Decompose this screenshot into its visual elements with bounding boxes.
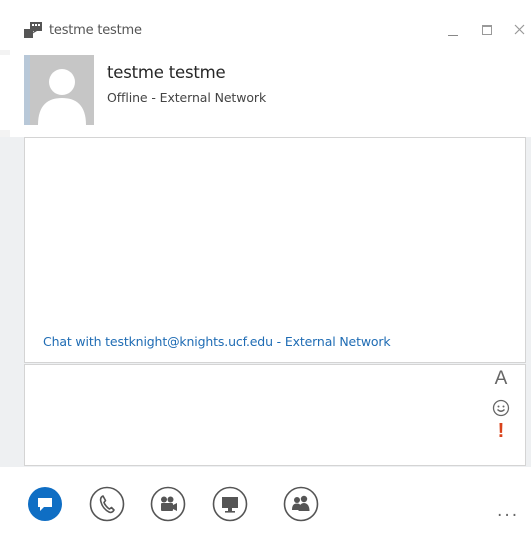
font-button[interactable]: A bbox=[491, 368, 511, 390]
message-input[interactable] bbox=[25, 365, 485, 465]
smiley-icon[interactable] bbox=[491, 398, 511, 422]
video-button[interactable] bbox=[150, 486, 186, 522]
presence-bar bbox=[24, 55, 30, 125]
present-button[interactable] bbox=[212, 486, 248, 522]
phone-icon bbox=[89, 486, 125, 522]
action-bar: ... bbox=[0, 467, 531, 539]
im-button[interactable] bbox=[27, 486, 63, 522]
contact-status: Offline - External Network bbox=[107, 90, 267, 105]
contact-header: testme testme Offline - External Network bbox=[0, 55, 531, 130]
priority-button[interactable]: ! bbox=[491, 420, 511, 443]
conversation-area: Chat with testknight@knights.ucf.edu - E… bbox=[0, 137, 531, 467]
window-title: testme testme bbox=[49, 23, 142, 38]
avatar[interactable] bbox=[24, 55, 94, 125]
call-button[interactable] bbox=[89, 486, 125, 522]
maximize-icon[interactable] bbox=[477, 20, 497, 40]
compose-area: A ! bbox=[24, 364, 526, 466]
chat-window: testme testme testme testme Offline - Ex… bbox=[0, 0, 531, 539]
close-icon[interactable] bbox=[510, 20, 530, 40]
default-person-avatar-icon bbox=[24, 55, 94, 125]
speech-bubble-icon bbox=[28, 487, 62, 521]
contact-name[interactable]: testme testme bbox=[107, 63, 226, 82]
more-options-button[interactable]: ... bbox=[497, 501, 519, 521]
people-icon bbox=[283, 486, 319, 522]
title-bar[interactable]: testme testme bbox=[0, 0, 531, 50]
lync-chat-icon bbox=[24, 21, 44, 41]
video-camera-icon bbox=[150, 486, 186, 522]
chat-notice-link[interactable]: Chat with testknight@knights.ucf.edu - E… bbox=[43, 334, 391, 349]
minimize-icon[interactable] bbox=[443, 20, 463, 40]
conversation-history[interactable]: Chat with testknight@knights.ucf.edu - E… bbox=[24, 137, 526, 363]
people-button[interactable] bbox=[283, 486, 319, 522]
monitor-icon bbox=[212, 486, 248, 522]
